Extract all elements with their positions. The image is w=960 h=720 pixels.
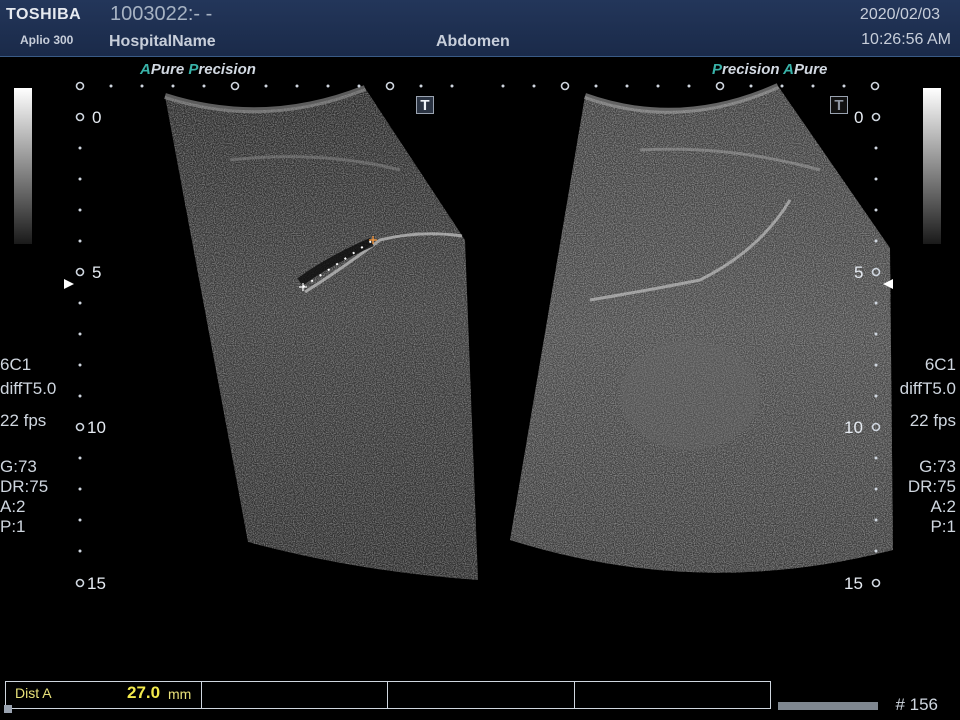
grayscale-bar-left bbox=[14, 88, 32, 244]
ultrasound-image bbox=[64, 81, 893, 588]
brand-logo: TOSHIBA bbox=[6, 6, 82, 23]
mode-label: diffT5.0 bbox=[899, 379, 956, 398]
a-label: A:2 bbox=[930, 497, 956, 516]
device-model: Aplio 300 bbox=[20, 33, 74, 47]
probe-label: 6C1 bbox=[0, 355, 32, 374]
right-sector bbox=[510, 83, 893, 573]
measurement-cell-empty bbox=[575, 682, 770, 708]
params-right: 6C1 diffT5.0 22 fps G:73 DR:75 A:2 P:1 bbox=[900, 355, 956, 537]
mode-label: diffT5.0 bbox=[0, 379, 57, 398]
top-scale bbox=[75, 81, 880, 91]
t-marker-left[interactable]: T bbox=[416, 96, 434, 114]
dynamic-range-label: DR:75 bbox=[0, 477, 49, 496]
t-marker-right[interactable]: T bbox=[830, 96, 848, 114]
left-depth-scale bbox=[64, 112, 85, 588]
exam-type: Abdomen bbox=[436, 33, 510, 50]
depth-label-5-right: 5 bbox=[854, 263, 864, 282]
gain-label: G:73 bbox=[919, 457, 956, 476]
params-left: 6C1 diffT5.0 22 fps G:73 DR:75 A:2 P:1 bbox=[0, 355, 56, 537]
measurement-unit: mm bbox=[168, 686, 192, 702]
grayscale-bar-right bbox=[923, 88, 941, 244]
exam-time: 10:26:56 AM bbox=[861, 31, 951, 48]
tech-label-left: APure Precision bbox=[140, 61, 256, 78]
measurement-value: 27.0 bbox=[127, 683, 161, 702]
tech-label-right: Precision APure bbox=[712, 61, 828, 78]
a-label: A:2 bbox=[0, 497, 26, 516]
probe-label: 6C1 bbox=[924, 355, 956, 374]
measurement-table: Dist A 27.0 mm bbox=[5, 681, 771, 709]
measurement-cell-dist-a[interactable]: Dist A 27.0 mm bbox=[6, 682, 202, 708]
fps-label: 22 fps bbox=[0, 411, 47, 430]
dynamic-range-label: DR:75 bbox=[907, 477, 956, 496]
depth-label-10-right: 10 bbox=[844, 418, 863, 437]
frame-number: # 156 bbox=[895, 695, 938, 714]
measurement-cell-empty bbox=[388, 682, 575, 708]
measurement-cell-empty bbox=[202, 682, 388, 708]
left-sector bbox=[164, 85, 478, 580]
p-label: P:1 bbox=[0, 517, 26, 536]
gain-label: G:73 bbox=[0, 457, 37, 476]
depth-label-15-left: 15 bbox=[87, 574, 106, 593]
exam-date: 2020/02/03 bbox=[859, 6, 940, 23]
status-indicator bbox=[4, 705, 12, 713]
depth-label-0-left: 0 bbox=[92, 108, 102, 127]
fps-label: 22 fps bbox=[909, 411, 956, 430]
depth-label-15-right: 15 bbox=[844, 574, 863, 593]
header-bar: TOSHIBA Aplio 300 1003022:- - HospitalNa… bbox=[0, 0, 960, 57]
hospital-name: HospitalName bbox=[109, 33, 216, 50]
patient-id: 1003022:- - bbox=[110, 3, 213, 25]
measurement-label: Dist A bbox=[15, 685, 52, 701]
p-label: P:1 bbox=[930, 517, 956, 536]
depth-label-5-left: 5 bbox=[92, 263, 102, 282]
depth-label-0-right: 0 bbox=[854, 108, 864, 127]
depth-label-10-left: 10 bbox=[87, 418, 106, 437]
cine-frame-bar[interactable] bbox=[778, 702, 878, 710]
